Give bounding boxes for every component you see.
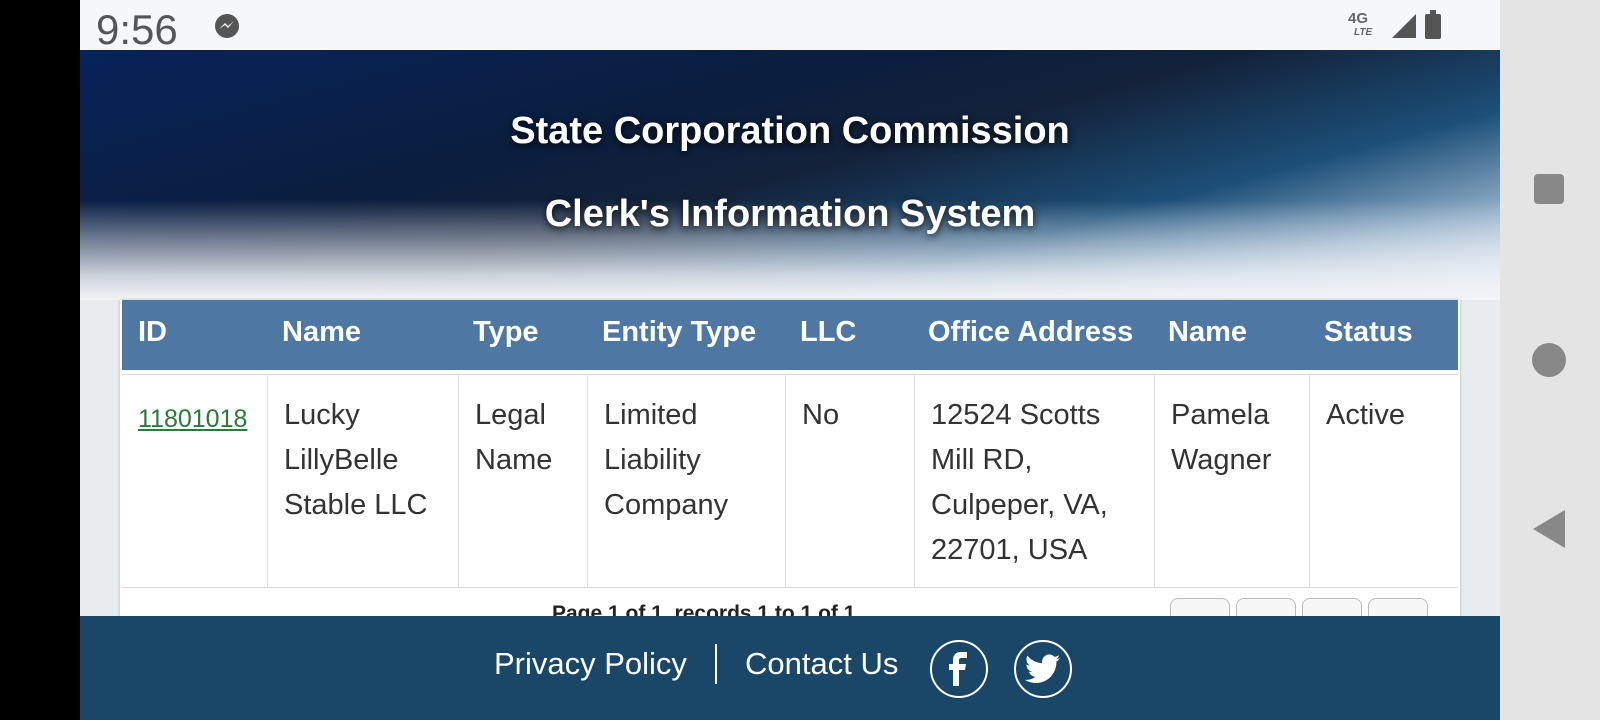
llc-value: No [802, 399, 840, 431]
cell-type: Legal Name [459, 375, 588, 587]
back-button[interactable] [1533, 510, 1565, 548]
android-nav-bar [1500, 0, 1600, 720]
contact-us-link[interactable]: Contact Us [745, 646, 898, 682]
entity-name-line: LillyBelle [284, 444, 399, 476]
clock: 9:56 [96, 6, 178, 53]
privacy-policy-link[interactable]: Privacy Policy [494, 646, 687, 682]
cell-agent-name: Pamela Wagner [1155, 375, 1310, 587]
entity-type-line: Company [604, 489, 729, 521]
header-banner: State Corporation Commission Clerk's Inf… [80, 50, 1500, 300]
name-type-line: Name [475, 444, 553, 476]
column-header-office-address[interactable]: Office Address [928, 316, 1133, 349]
address-line: Culpeper, VA, [931, 489, 1108, 521]
table-header-row: ID Name Type Entity Type LLC Office Addr… [122, 300, 1458, 370]
table-row: 11801018 Lucky LillyBelle Stable LLC Leg… [122, 374, 1458, 588]
cell-status: Active [1310, 375, 1458, 587]
entity-id-link[interactable]: 11801018 [138, 405, 247, 433]
network-sub-label: LTE [1354, 27, 1373, 38]
column-header-agent-name[interactable]: Name [1168, 316, 1247, 349]
agent-name-line: Pamela [1171, 399, 1270, 431]
entity-type-line: Liability [604, 444, 701, 476]
entity-name-line: Lucky [284, 399, 360, 431]
status-bar: 9:56 4G LTE [80, 0, 1500, 53]
facebook-icon[interactable] [930, 640, 988, 698]
home-button[interactable] [1532, 343, 1566, 377]
address-line: Mill RD, [931, 444, 1033, 476]
cell-name: Lucky LillyBelle Stable LLC [268, 375, 459, 587]
footer-divider [715, 644, 717, 684]
entity-name-line: Stable LLC [284, 489, 428, 521]
footer: Privacy Policy Contact Us [80, 616, 1500, 720]
cell-llc: No [786, 375, 915, 587]
battery-icon [1425, 10, 1441, 39]
address-line: 22701, USA [931, 534, 1088, 566]
address-line: 12524 Scotts [931, 399, 1101, 431]
phone-screen: 9:56 4G LTE State Corporation Commission… [80, 0, 1500, 720]
column-header-llc[interactable]: LLC [800, 316, 856, 349]
messenger-icon [215, 14, 239, 38]
column-header-type[interactable]: Type [473, 316, 539, 349]
name-type-line: Legal [475, 399, 546, 431]
entity-type-line: Limited [604, 399, 698, 431]
cell-office-address: 12524 Scotts Mill RD, Culpeper, VA, 2270… [915, 375, 1155, 587]
column-header-id[interactable]: ID [138, 316, 167, 349]
column-header-status[interactable]: Status [1324, 316, 1413, 349]
agent-name-line: Wagner [1171, 444, 1272, 476]
cell-id: 11801018 [122, 375, 268, 587]
results-table: ID Name Type Entity Type LLC Office Addr… [120, 300, 1460, 630]
column-header-name[interactable]: Name [282, 316, 361, 349]
twitter-icon[interactable] [1014, 640, 1072, 698]
header-title: State Corporation Commission [510, 110, 1070, 152]
header-subtitle: Clerk's Information System [544, 193, 1036, 235]
status-value: Active [1326, 399, 1405, 431]
network-4g-icon: 4G LTE [1348, 10, 1373, 40]
column-header-entity-type[interactable]: Entity Type [602, 316, 756, 349]
recents-button[interactable] [1534, 174, 1564, 204]
cell-entity-type: Limited Liability Company [588, 375, 786, 587]
network-label: 4G [1348, 10, 1369, 27]
signal-icon [1392, 14, 1416, 38]
